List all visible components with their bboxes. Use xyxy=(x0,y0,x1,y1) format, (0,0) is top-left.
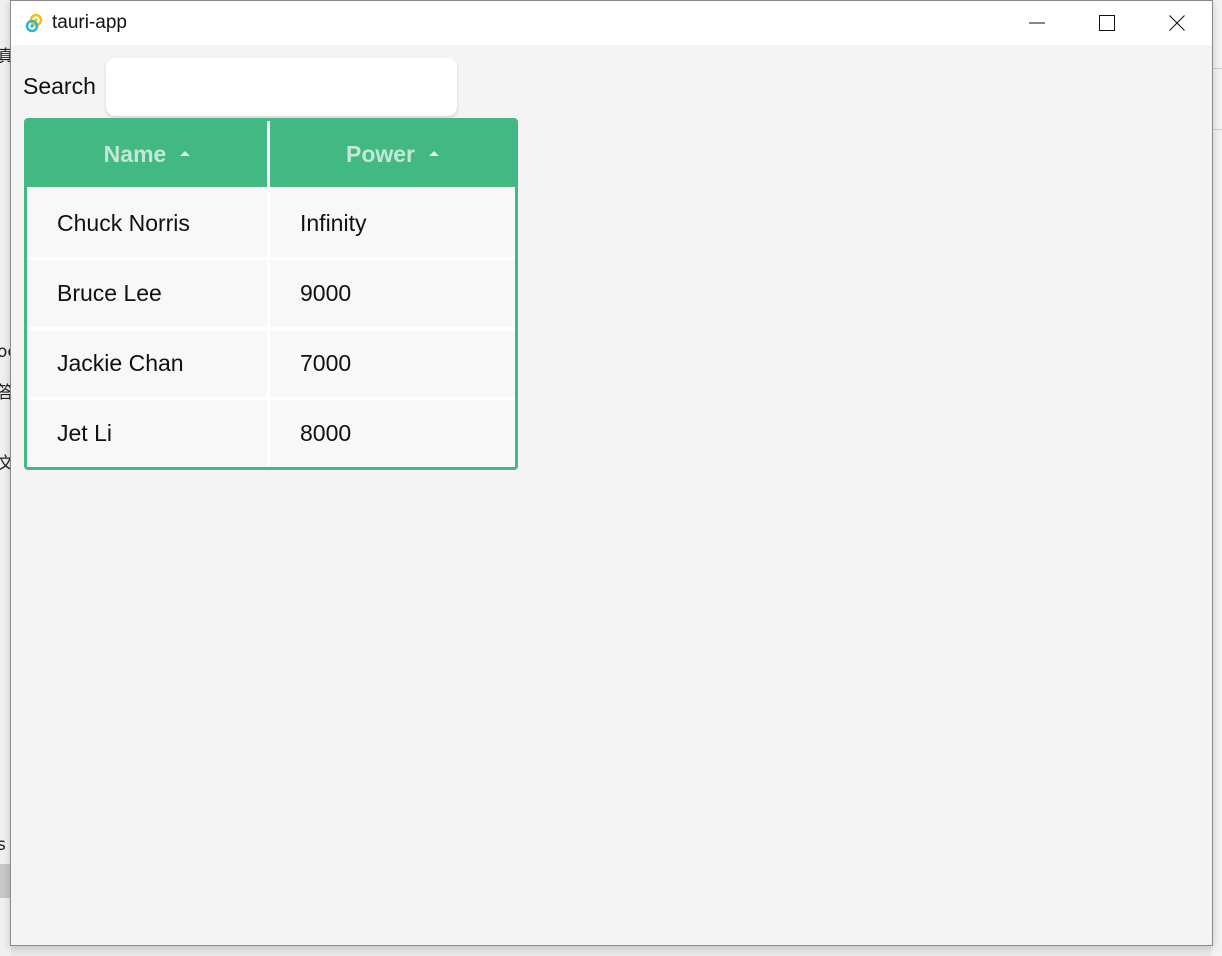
sort-ascending-icon xyxy=(180,150,191,156)
title-bar[interactable]: tauri-app xyxy=(11,1,1212,45)
app-window: tauri-app Search Name Power Chuck Norris… xyxy=(10,0,1213,946)
cell-name: Bruce Lee xyxy=(27,257,270,327)
cell-power: 7000 xyxy=(270,327,515,397)
cell-power: 8000 xyxy=(270,397,515,467)
column-header-label: Power xyxy=(345,140,416,167)
minimize-icon xyxy=(1029,22,1045,24)
cell-power: Infinity xyxy=(270,187,515,257)
close-icon xyxy=(1169,15,1185,31)
cell-name: Jet Li xyxy=(27,397,270,467)
table-header-row: Name Power xyxy=(27,121,515,187)
background-text-fragment: s xyxy=(0,835,6,855)
search-label: Search xyxy=(23,73,96,99)
maximize-button[interactable] xyxy=(1072,1,1142,45)
cell-name: Jackie Chan xyxy=(27,327,270,397)
app-content: Search Name Power Chuck Norris Infinity xyxy=(11,45,1212,945)
close-button[interactable] xyxy=(1142,1,1212,45)
maximize-icon xyxy=(1099,15,1115,31)
heroes-table: Name Power Chuck Norris Infinity Bruce L… xyxy=(24,118,518,470)
table-row: Bruce Lee 9000 xyxy=(27,257,515,327)
tauri-logo-icon xyxy=(24,13,44,33)
table-row: Jackie Chan 7000 xyxy=(27,327,515,397)
sort-ascending-icon xyxy=(429,150,440,156)
table-row: Chuck Norris Infinity xyxy=(27,187,515,257)
column-header-power[interactable]: Power xyxy=(270,121,515,187)
cell-power: 9000 xyxy=(270,257,515,327)
cell-name: Chuck Norris xyxy=(27,187,270,257)
minimize-button[interactable] xyxy=(1002,1,1072,45)
column-header-label: Name xyxy=(103,140,167,167)
window-title: tauri-app xyxy=(52,12,127,33)
table-row: Jet Li 8000 xyxy=(27,397,515,467)
column-header-name[interactable]: Name xyxy=(27,121,270,187)
search-input[interactable] xyxy=(106,58,457,116)
